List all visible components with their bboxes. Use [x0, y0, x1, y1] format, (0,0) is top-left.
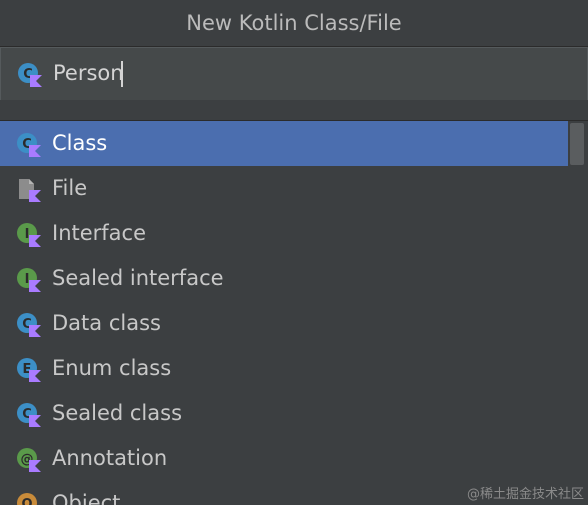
kind-item-label: Class	[52, 131, 108, 155]
kotlin-object-icon: O	[16, 492, 42, 505]
kind-item-class[interactable]: C Class	[0, 121, 568, 166]
kotlin-class-icon: C	[17, 62, 43, 88]
svg-text:O: O	[21, 497, 32, 505]
kind-list[interactable]: C Class File I Interface I Sealed interface C Da…	[0, 121, 588, 505]
scrollbar-thumb[interactable]	[570, 123, 584, 165]
kind-item-label: Object	[52, 491, 121, 505]
kotlin-data-class-icon: C	[16, 312, 42, 338]
kind-item-sealed-class[interactable]: C Sealed class	[0, 391, 568, 436]
kotlin-class-icon: C	[16, 132, 42, 158]
dialog-title: New Kotlin Class/File	[186, 11, 402, 35]
kind-item-label: Data class	[52, 311, 161, 335]
kind-item-label: Enum class	[52, 356, 172, 380]
name-input[interactable]	[53, 58, 553, 88]
kind-item-annotation[interactable]: @ Annotation	[0, 436, 568, 481]
kotlin-enum-class-icon: E	[16, 357, 42, 383]
kind-item-data-class[interactable]: C Data class	[0, 301, 568, 346]
kind-item-label: Sealed class	[52, 401, 183, 425]
kind-item-label: Interface	[52, 221, 147, 245]
text-caret	[121, 61, 123, 87]
kind-list-scrollbar[interactable]	[568, 121, 588, 505]
kotlin-annotation-icon: @	[16, 447, 42, 473]
svg-text:I: I	[25, 227, 30, 242]
name-field-container[interactable]: C	[0, 47, 588, 101]
kind-item-label: Sealed interface	[52, 266, 224, 290]
kotlin-sealed-class-icon: C	[16, 402, 42, 428]
kind-item-enum-class[interactable]: E Enum class	[0, 346, 568, 391]
kind-item-sealed-interface[interactable]: I Sealed interface	[0, 256, 568, 301]
kind-item-label: Annotation	[52, 446, 168, 470]
kind-item-label: File	[52, 176, 88, 200]
kotlin-interface-icon: I	[16, 222, 42, 248]
dialog-title-bar: New Kotlin Class/File	[0, 0, 588, 47]
kind-item-file[interactable]: File	[0, 166, 568, 211]
separator	[0, 100, 588, 121]
svg-text:I: I	[25, 272, 30, 287]
kind-item-interface[interactable]: I Interface	[0, 211, 568, 256]
kotlin-file-icon	[16, 177, 42, 203]
watermark-text: @稀土掘金技术社区	[466, 487, 584, 502]
kotlin-sealed-interface-icon: I	[16, 267, 42, 293]
